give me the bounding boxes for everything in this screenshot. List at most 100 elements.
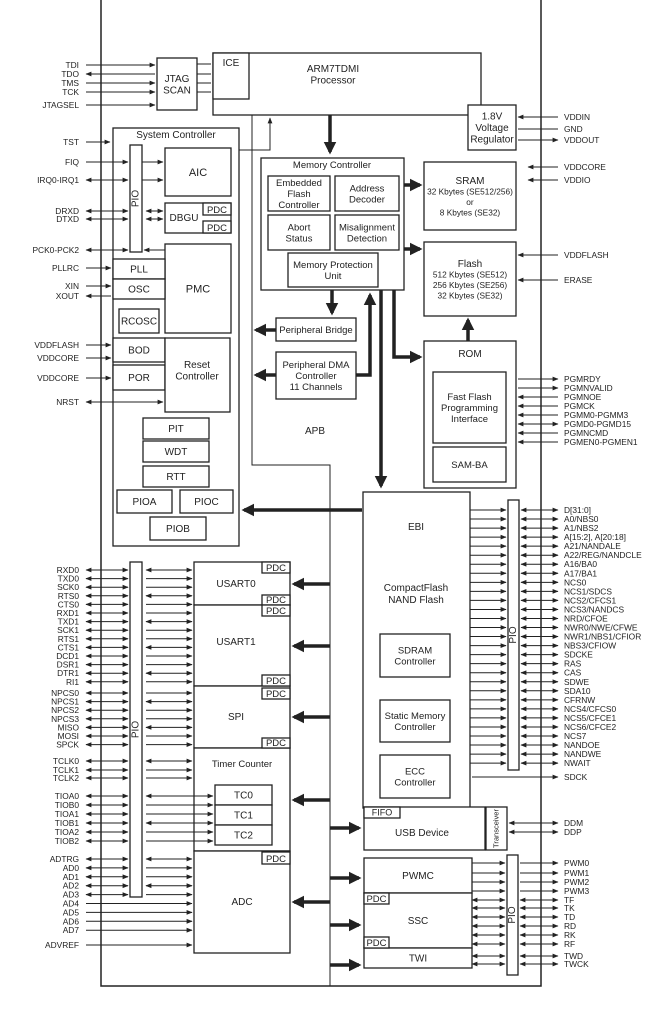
pit-label: PIT xyxy=(168,424,184,435)
eflash-block: Embedded Flash Controller xyxy=(267,175,331,212)
fifo-block: FIFO xyxy=(363,806,401,819)
signal-xin: XIN xyxy=(65,281,112,291)
pdc-label: PDC xyxy=(207,223,227,234)
signal-vddin: VDDIN xyxy=(517,112,590,122)
signal-label: TCK xyxy=(62,87,79,97)
signal-xout: XOUT xyxy=(56,291,111,301)
jtag-block: JTAG SCAN xyxy=(156,57,198,111)
memctrl-label: Memory Controller xyxy=(293,160,371,171)
pbridge-label: Peripheral Bridge xyxy=(279,325,352,336)
bod-label: BOD xyxy=(128,346,150,357)
signal-vddcore: VDDCORE xyxy=(37,373,112,383)
signal-label: SPCK xyxy=(56,740,79,750)
pwmc-block: PWMC xyxy=(363,857,473,894)
tc0-label: TC0 xyxy=(234,791,253,802)
rcosc-block: RCOSC xyxy=(118,308,160,334)
signal-label: PCK0-PCK2 xyxy=(32,245,79,255)
signal-label: IRQ0-IRQ1 xyxy=(37,175,79,185)
misalign-label: Misalignment Detection xyxy=(339,222,395,244)
signal-pwm0: PWM0 xyxy=(520,858,589,868)
signal-label: VDDIN xyxy=(564,112,590,122)
signal-label: PWM0 xyxy=(564,858,589,868)
signal-vddio: VDDIO xyxy=(527,175,591,185)
pdc-label: PDC xyxy=(266,563,286,574)
pdc-label: PDC xyxy=(366,894,386,905)
signal-vddcore: VDDCORE xyxy=(527,162,606,172)
usart1-label: USART1 xyxy=(216,637,256,648)
samba-block: SAM-BA xyxy=(432,446,507,483)
signal-label: TIOB2 xyxy=(55,836,80,846)
pdma-block: Peripheral DMA Controller 11 Channels xyxy=(275,351,357,400)
mpu-block: Memory Protection Unit xyxy=(287,252,379,288)
piob-label: PIOB xyxy=(166,524,190,535)
pdma-to-memctrl-arrow xyxy=(356,292,377,377)
signal-ad7: AD7 xyxy=(63,925,193,935)
signal-vddcore: VDDCORE xyxy=(37,353,112,363)
signal-twck: TWCK xyxy=(519,959,589,969)
apb-label: APB xyxy=(305,426,325,437)
signal-jtagsel: JTAGSEL xyxy=(42,100,156,110)
signal-vddflash: VDDFLASH xyxy=(517,250,609,260)
signal-label: RF xyxy=(564,939,575,949)
twi-label: TWI xyxy=(409,954,427,965)
signal-ri1: RI1 xyxy=(66,677,129,687)
block-diagram: JTAG SCAN ARM7TDMI Processor ICE 1.8V Voltage R… xyxy=(32,0,642,987)
ffpi-block: Fast Flash Programming Interface xyxy=(432,371,507,444)
signal-label: PGMEN0-PGMEN1 xyxy=(564,437,638,447)
pdc-label: PDC xyxy=(266,606,286,617)
signal-label: NWAIT xyxy=(564,758,591,768)
signal-label: VDDIO xyxy=(564,175,591,185)
signal-sdcke: SDCKE xyxy=(520,650,593,660)
por-label: POR xyxy=(128,373,150,384)
pdc-label: PDC xyxy=(366,938,386,949)
signal-label: FIQ xyxy=(65,157,79,167)
rtt-block: RTT xyxy=(142,465,210,488)
pio-ebi-label: PIO xyxy=(508,626,519,643)
signal-label: GND xyxy=(564,124,583,134)
pmc-block: PMC xyxy=(164,243,232,334)
signal-sdck: SDCK xyxy=(472,772,588,782)
arm-block: ARM7TDMI Processor xyxy=(212,52,482,116)
jtag-ice-links xyxy=(197,63,211,93)
rom-label: ROM xyxy=(458,349,481,360)
pio-pwm-label: PIO xyxy=(507,906,518,923)
tc0-block: TC0 xyxy=(214,784,273,806)
dbgu-label: DBGU xyxy=(170,213,199,224)
signal-ad4: AD4 xyxy=(63,899,193,909)
signal-tclk2: TCLK2 xyxy=(53,773,129,783)
signal-pwm3: PWM3 xyxy=(520,886,589,896)
tc2-label: TC2 xyxy=(234,831,253,842)
pio-left-label: PIO xyxy=(131,721,142,738)
por-block: POR xyxy=(112,364,166,391)
signal-label: TWCK xyxy=(564,959,589,969)
pdc-label: PDC xyxy=(266,738,286,749)
signal-pllrc: PLLRC xyxy=(52,263,112,273)
pbridge-block: Peripheral Bridge xyxy=(275,317,357,342)
ssc-label: SSC xyxy=(408,916,429,927)
osc-label: OSC xyxy=(128,285,150,296)
addrdec-block: Address Decoder xyxy=(334,175,400,212)
ice-block: ICE xyxy=(212,52,250,100)
sram-block: SRAM 32 Kbytes (SE512/256) or 8 Kbytes (SE3… xyxy=(423,161,517,231)
signal-ad5: AD5 xyxy=(63,907,193,917)
pioc-label: PIOC xyxy=(194,497,218,508)
signal-rf: RF xyxy=(519,939,575,949)
pit-block: PIT xyxy=(142,417,210,440)
signal-label: TST xyxy=(63,137,79,147)
memctrl-to-rom-arrow xyxy=(392,290,423,364)
signal-erase: ERASE xyxy=(517,275,593,285)
tc-label: Timer Counter xyxy=(212,759,272,770)
rcosc-label: RCOSC xyxy=(121,317,157,328)
signal-label: DDP xyxy=(564,827,582,837)
reset-block: Reset Controller xyxy=(164,337,231,413)
ice-label: ICE xyxy=(223,58,240,69)
addrdec-label: Address Decoder xyxy=(349,183,385,205)
signal-vddout: VDDOUT xyxy=(518,135,599,145)
smc-block: Static Memory Controller xyxy=(379,699,451,743)
spi-label: SPI xyxy=(228,712,244,723)
signal-gnd: GND xyxy=(518,124,583,134)
signal-label: VDDOUT xyxy=(564,135,599,145)
pdc-label: PDC xyxy=(266,854,286,865)
misalign-block: Misalignment Detection xyxy=(334,214,400,251)
signal-label: VDDCORE xyxy=(37,353,79,363)
